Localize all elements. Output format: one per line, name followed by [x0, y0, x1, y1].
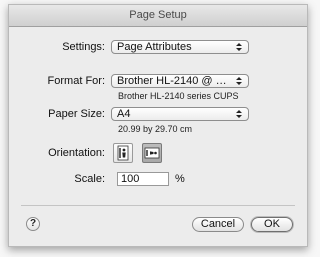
help-button[interactable]: ? — [26, 217, 40, 231]
paper-dimensions: 20.99 by 29.70 cm — [118, 124, 193, 134]
orientation-label: Orientation: — [48, 147, 105, 159]
scale-unit: % — [175, 173, 185, 185]
orientation-portrait-button[interactable] — [113, 143, 133, 163]
popup-arrows-icon — [236, 77, 242, 85]
scale-input[interactable]: 100 — [117, 172, 169, 186]
format-for-popup-value: Brother HL-2140 @ Serve... — [117, 75, 228, 87]
cancel-button[interactable]: Cancel — [192, 217, 244, 232]
paper-size-label: Paper Size: — [48, 108, 105, 120]
orientation-landscape-button[interactable] — [142, 143, 162, 163]
format-for-label: Format For: — [47, 75, 105, 87]
popup-arrows-icon — [236, 110, 242, 118]
popup-arrows-icon — [236, 43, 242, 51]
printer-description: Brother HL-2140 series CUPS — [118, 91, 239, 101]
separator — [21, 205, 295, 206]
paper-size-popup[interactable]: A4 — [111, 107, 249, 121]
ok-button[interactable]: OK — [251, 217, 293, 232]
paper-size-popup-value: A4 — [117, 108, 131, 120]
portrait-person-icon — [117, 145, 129, 161]
scale-label: Scale: — [74, 173, 105, 185]
page-setup-dialog: Page Setup Settings: Page Attributes For… — [8, 4, 308, 247]
settings-popup[interactable]: Page Attributes — [111, 40, 249, 54]
format-for-popup[interactable]: Brother HL-2140 @ Serve... — [111, 74, 249, 88]
settings-popup-value: Page Attributes — [117, 41, 192, 53]
landscape-person-icon — [144, 147, 160, 159]
settings-label: Settings: — [62, 41, 105, 53]
window-title: Page Setup — [9, 5, 307, 27]
